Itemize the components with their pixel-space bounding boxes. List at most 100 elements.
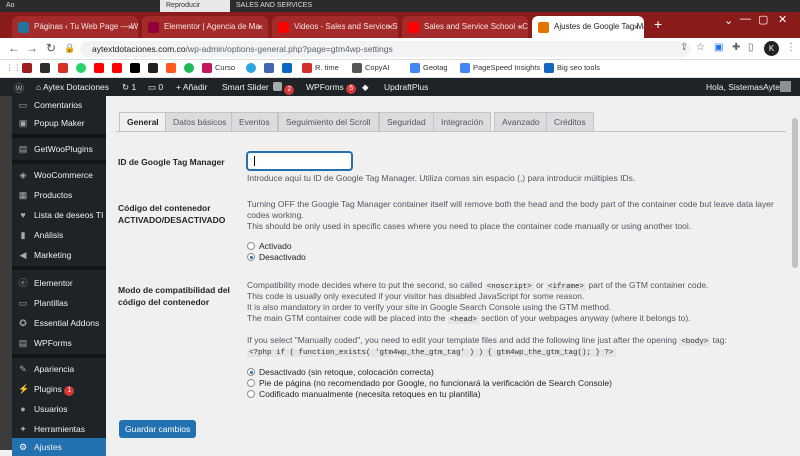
os-reproducir-tab[interactable]: Reproducir <box>160 0 230 12</box>
radio-desactivado[interactable]: Desactivado <box>247 252 306 263</box>
browser-tab-sales-school[interactable]: Sales and Service School - C × <box>402 16 528 38</box>
bookmark-bigseo[interactable]: Big seo tools <box>544 63 600 74</box>
sidebar-item-getwooplugins[interactable]: ▤ GetWooPlugins <box>12 140 106 158</box>
updraft-icon[interactable]: ◆ <box>362 82 369 93</box>
bookmark-1[interactable] <box>22 63 35 74</box>
sidebar-item-herramientas[interactable]: ✦ Herramientas <box>12 420 106 438</box>
new-tab-button[interactable]: + <box>654 16 662 32</box>
sidebar-item-woocommerce[interactable]: ◈ WooCommerce <box>12 166 106 184</box>
sidebar-item-analisis[interactable]: ▮ Análisis <box>12 226 106 244</box>
sidebar-item-marketing[interactable]: ◀ Marketing <box>12 246 106 264</box>
tab-integracion[interactable]: Integración <box>433 112 492 132</box>
tab-general[interactable]: General <box>119 112 167 132</box>
tab-seguridad[interactable]: Seguridad <box>379 112 434 132</box>
text-caret <box>254 156 255 166</box>
apps-icon[interactable]: ⋮⋮ <box>6 63 21 72</box>
sidebar-item-ajustes[interactable]: ⚙ Ajustes <box>12 438 106 456</box>
bookmark-9[interactable] <box>166 63 179 74</box>
tab-search-icon[interactable]: ⌄ <box>724 14 733 27</box>
profile-avatar[interactable]: K <box>764 41 779 56</box>
sidebar-item-popup-maker[interactable]: ▣ Popup Maker <box>12 114 106 132</box>
bookmark-6[interactable] <box>112 63 125 74</box>
share-icon[interactable]: ⇪ <box>680 42 688 53</box>
reload-icon[interactable]: ↻ <box>46 41 56 55</box>
sidebar-item-comentarios[interactable]: ▭ Comentarios <box>12 96 106 114</box>
bookmark-pagespeed[interactable]: PageSpeed Insights <box>460 63 540 74</box>
radio-activado[interactable]: Activado <box>247 241 292 252</box>
scrollbar-thumb[interactable] <box>792 118 798 268</box>
save-button[interactable]: Guardar cambios <box>119 420 197 438</box>
add-new-link[interactable]: + Añadir <box>176 82 207 92</box>
bookmark-copyai[interactable]: CopyAI <box>352 63 390 74</box>
bookmark-4[interactable] <box>76 63 89 74</box>
close-icon[interactable]: × <box>518 16 523 38</box>
sidebar-icon[interactable]: ▯ <box>748 42 754 53</box>
browser-tab-paginas[interactable]: Páginas ‹ Tu Web Page — W × <box>12 16 138 38</box>
url-field[interactable]: aytextdotaciones.com.co/wp-admin/options… <box>80 41 690 57</box>
radio-compat-footer[interactable]: Pie de página (no recomendado por Google… <box>247 378 612 389</box>
minimize-button[interactable]: — <box>740 13 751 25</box>
bookmark-3[interactable] <box>58 63 71 74</box>
tab-eventos[interactable]: Eventos <box>231 112 278 132</box>
radio-button[interactable] <box>247 368 255 376</box>
bookmark-facebook[interactable] <box>264 63 277 74</box>
back-icon[interactable]: ← <box>8 41 20 55</box>
sidebar-item-plantillas[interactable]: ▭ Plantillas <box>12 294 106 312</box>
bookmark-2[interactable] <box>40 63 53 74</box>
menu-dots-icon[interactable]: ⋮ <box>786 42 796 53</box>
radio-button[interactable] <box>247 253 255 261</box>
star-icon[interactable]: ☆ <box>696 42 705 53</box>
bookmark-8[interactable] <box>148 63 161 74</box>
user-greeting[interactable]: Hola, SistemasAytex <box>706 82 784 92</box>
tab-seguimiento-scroll[interactable]: Seguimiento del Scroll <box>278 112 379 132</box>
updraftplus-link[interactable]: UpdraftPlus <box>384 82 428 92</box>
sidebar-item-lista-deseos[interactable]: ♥ Lista de deseos TI <box>12 206 106 224</box>
tab-datos-basicos[interactable]: Datos básicos <box>165 112 235 132</box>
forward-icon[interactable]: → <box>26 41 38 55</box>
bookmark-geotag[interactable]: Geotag <box>410 63 448 74</box>
extension-icon[interactable]: ▣ <box>714 42 723 53</box>
radio-button[interactable] <box>247 379 255 387</box>
tab-avanzado[interactable]: Avanzado <box>494 112 548 132</box>
close-icon[interactable]: × <box>128 16 133 38</box>
bookmark-telegram[interactable] <box>246 63 259 74</box>
yoast-link[interactable]: 2 <box>273 82 295 95</box>
bookmark-curso[interactable]: Curso <box>202 63 235 74</box>
wordpress-logo-icon[interactable]: Ⓦ <box>14 80 24 95</box>
sidebar-item-plugins[interactable]: ⚡ Plugins 1 <box>12 380 106 398</box>
radio-compat-manual[interactable]: Codificado manualmente (necesita retoque… <box>247 389 481 400</box>
sidebar-item-wpforms[interactable]: ▤ WPForms <box>12 334 106 352</box>
browser-tab-elementor[interactable]: Elementor | Agencia de Ma × <box>142 16 268 38</box>
close-icon[interactable]: × <box>634 16 639 38</box>
radio-button[interactable] <box>247 390 255 398</box>
sidebar-item-productos[interactable]: ▦ Productos <box>12 186 106 204</box>
comments-link[interactable]: ▭ 0 <box>148 82 163 93</box>
bookmark-linkedin[interactable] <box>282 63 295 74</box>
maximize-button[interactable]: ▢ <box>758 13 768 26</box>
close-icon[interactable]: × <box>388 16 393 38</box>
avatar[interactable] <box>780 81 791 92</box>
bookmark-rtime[interactable]: R. time <box>302 63 339 74</box>
bookmark-7[interactable] <box>130 63 143 74</box>
site-name-link[interactable]: ⌂ Aytex Dotaciones <box>36 82 109 92</box>
sidebar-item-essential-addons[interactable]: ✪ Essential Addons <box>12 314 106 332</box>
sidebar-item-label: WPForms <box>34 338 72 348</box>
gtm-id-input[interactable] <box>247 152 352 170</box>
tab-creditos[interactable]: Créditos <box>546 112 594 132</box>
lock-icon[interactable]: 🔒 <box>64 43 75 54</box>
wpforms-link[interactable]: WPForms 5 <box>306 82 357 94</box>
smart-slider-link[interactable]: Smart Slider <box>222 82 269 92</box>
radio-button[interactable] <box>247 242 255 250</box>
radio-compat-off[interactable]: Desactivado (sin retoque, colocación cor… <box>247 367 434 378</box>
browser-tab-gtm-settings[interactable]: Ajustes de Google Tag Mana × <box>532 16 644 38</box>
browser-tab-videos[interactable]: Videos - Sales and Service S × <box>272 16 398 38</box>
updates-link[interactable]: ↻ 1 <box>122 82 136 93</box>
puzzle-icon[interactable]: ✚ <box>732 42 740 53</box>
bookmark-5[interactable] <box>94 63 107 74</box>
close-icon[interactable]: × <box>258 16 263 38</box>
sidebar-item-apariencia[interactable]: ✎ Apariencia <box>12 360 106 378</box>
sidebar-item-usuarios[interactable]: ● Usuarios <box>12 400 106 418</box>
sidebar-item-elementor[interactable]: ⓔ Elementor <box>12 274 106 292</box>
bookmark-10[interactable] <box>184 63 197 74</box>
close-window-button[interactable]: ✕ <box>778 13 787 26</box>
